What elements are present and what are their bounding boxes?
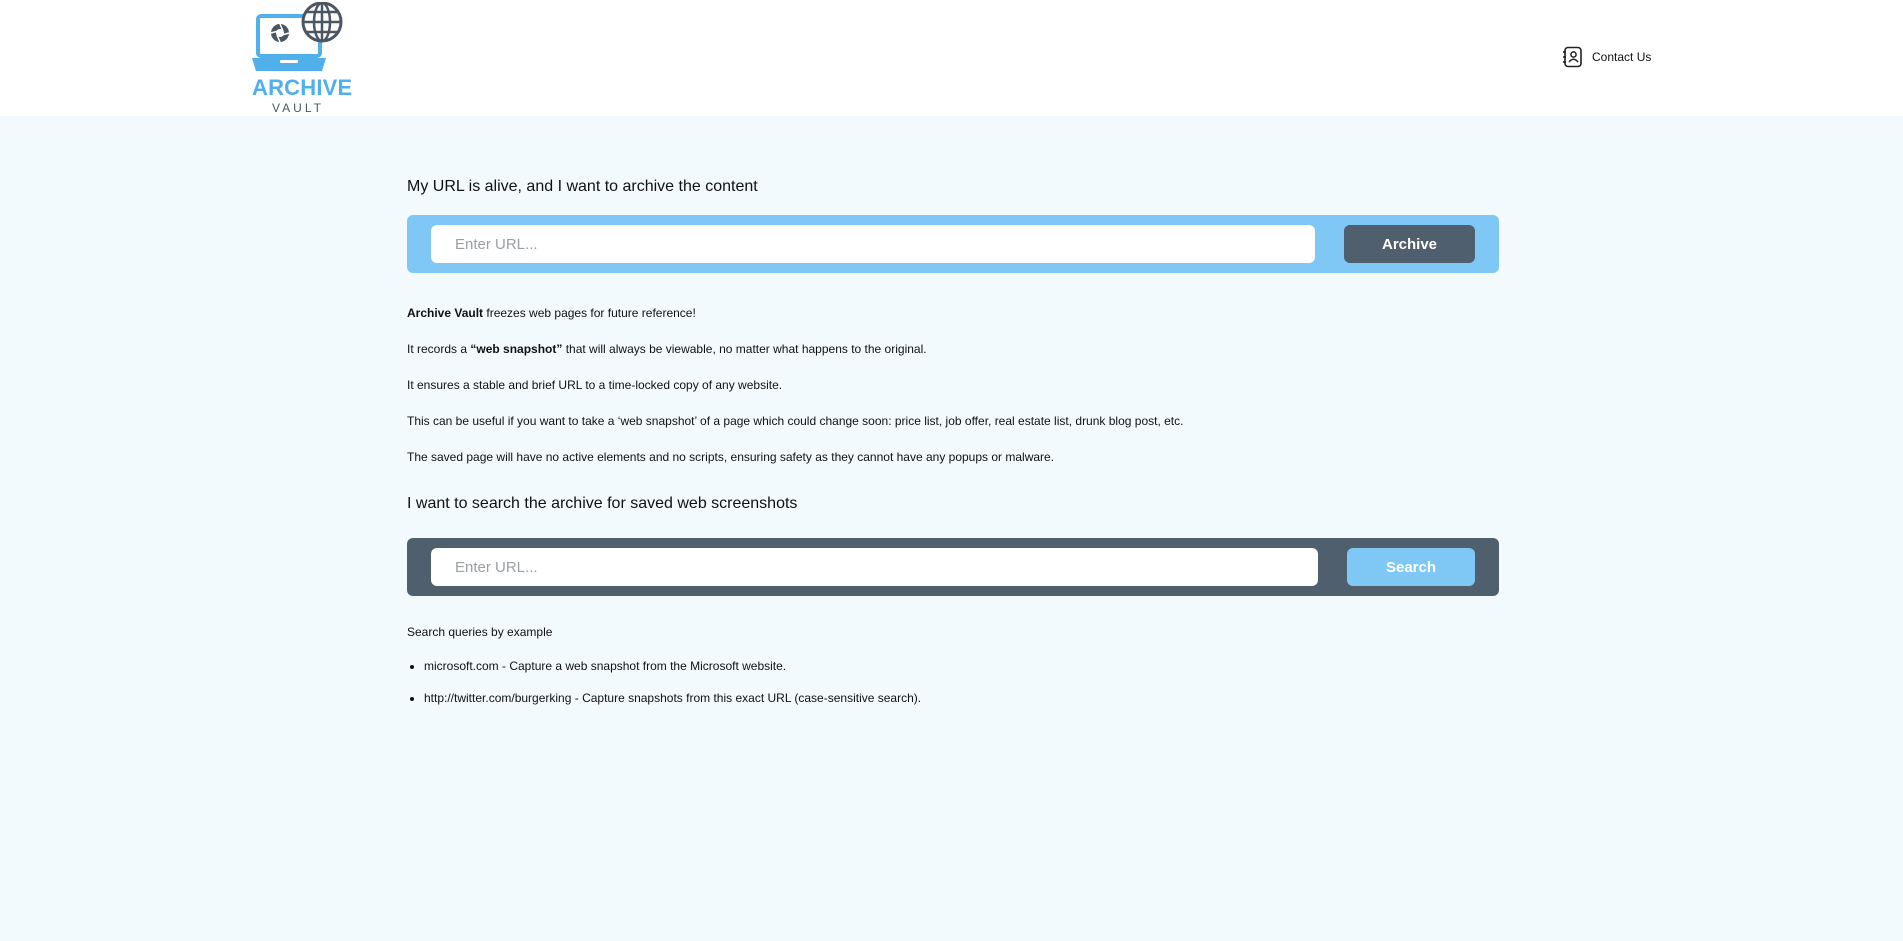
description-line: This can be useful if you want to take a…: [407, 414, 1184, 428]
contact-card-icon: [1563, 46, 1582, 68]
list-item: microsoft.com - Capture a web snapshot f…: [424, 650, 1499, 682]
description-line: It records a “web snapshot” that will al…: [407, 331, 1499, 367]
search-bar: Search: [407, 538, 1499, 596]
laptop-globe-icon: [252, 2, 343, 71]
web-snapshot-term: “web snapshot”: [470, 342, 563, 356]
site-header: ARCHIVE VAULT Contact Us: [0, 0, 1903, 116]
archive-button[interactable]: Archive: [1344, 225, 1475, 263]
search-button[interactable]: Search: [1347, 548, 1475, 586]
examples-list: microsoft.com - Capture a web snapshot f…: [407, 650, 1499, 714]
description-text: It records a: [407, 342, 471, 356]
description-line: Archive Vault freezes web pages for futu…: [407, 295, 1499, 331]
archive-section-title: My URL is alive, and I want to archive t…: [407, 178, 758, 195]
description-line: It ensures a stable and brief URL to a t…: [407, 378, 783, 392]
contact-us-label: Contact Us: [1592, 50, 1652, 64]
search-url-input[interactable]: [431, 548, 1318, 586]
description-text: that will always be viewable, no matter …: [562, 342, 927, 356]
brand-name: Archive Vault: [407, 306, 484, 320]
archive-bar: Archive: [407, 215, 1499, 273]
logo-subtitle: VAULT: [272, 101, 324, 115]
contact-us-link[interactable]: Contact Us: [1562, 45, 1651, 69]
description: Archive Vault freezes web pages for futu…: [407, 295, 1499, 475]
examples-heading: Search queries by example: [407, 625, 553, 639]
search-section-title: I want to search the archive for saved w…: [407, 495, 798, 512]
archive-vault-logo[interactable]: ARCHIVE VAULT: [252, 2, 353, 115]
description-text: freezes web pages for future reference!: [483, 306, 696, 320]
description-line: The saved page will have no active eleme…: [407, 450, 1055, 464]
search-examples: Search queries by example microsoft.com …: [407, 614, 1499, 714]
logo-wordmark: ARCHIVE: [252, 75, 353, 100]
list-item: http://twitter.com/burgerking - Capture …: [424, 682, 1499, 714]
archive-url-input[interactable]: [431, 225, 1315, 263]
main-content: My URL is alive, and I want to archive t…: [407, 170, 1499, 714]
